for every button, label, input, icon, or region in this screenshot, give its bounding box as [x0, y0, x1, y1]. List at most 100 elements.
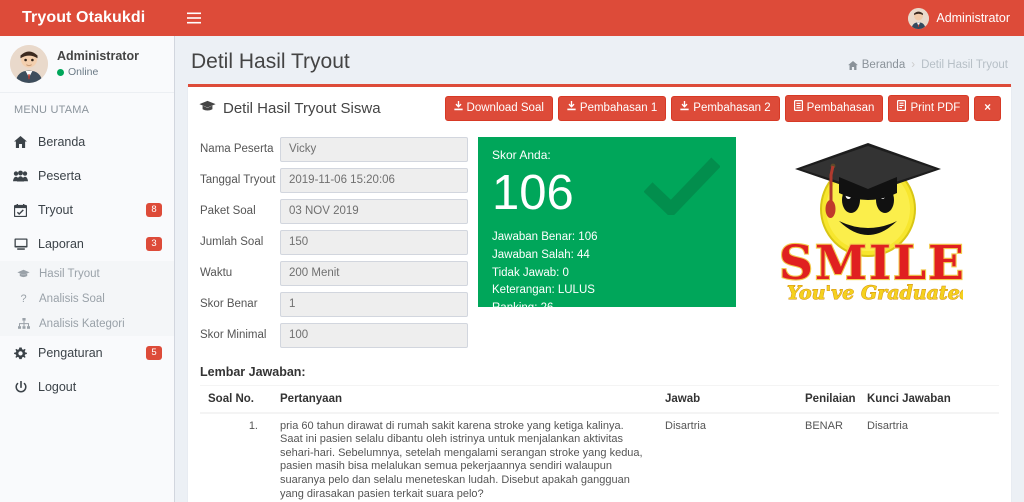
cell-penilaian: BENAR [797, 412, 859, 502]
pembahasan-button[interactable]: Pembahasan [784, 95, 884, 122]
sidebar-badge: 8 [146, 202, 162, 218]
cell-kunci-jawaban: Disartria [859, 412, 999, 502]
sidebar-item-hasil-tryout[interactable]: Hasil Tryout [0, 261, 174, 286]
field-value[interactable]: 200 Menit [280, 260, 468, 286]
cell-soal-no: 1. [200, 412, 272, 502]
button-label: Pembahasan 2 [693, 101, 771, 114]
sidebar-item-label: Beranda [38, 135, 86, 149]
score-stats: Jawaban Benar: 106 Jawaban Salah: 44 Tid… [492, 229, 722, 307]
hamburger-icon[interactable] [175, 0, 213, 36]
question-mark-icon: ? [20, 292, 27, 305]
file-pdf-icon [897, 100, 907, 116]
field-value[interactable]: Vicky [280, 136, 468, 162]
score-stat-ranking: Ranking: 26 [492, 300, 722, 307]
navbar-user-menu[interactable]: Administrator [908, 0, 1024, 36]
card-title-label: Detil Hasil Tryout Siswa [223, 99, 381, 117]
column-header-kunci-jawaban: Kunci Jawaban [859, 384, 999, 414]
sidebar-item-label: Laporan [38, 237, 84, 251]
button-label: Print PDF [910, 101, 961, 114]
answer-sheet-title: Lembar Jawaban: [200, 364, 306, 379]
table-header-row: Soal No. Pertanyaan Jawab Penilaian Kunc… [200, 384, 999, 414]
sidebar-user-status-label: Online [68, 66, 99, 79]
card-header: Detil Hasil Tryout Siswa Download Soal P… [188, 87, 1011, 129]
sidebar-item-label: Hasil Tryout [39, 267, 100, 280]
sidebar-item-tryout[interactable]: Tryout 8 [0, 193, 174, 227]
detail-card: Detil Hasil Tryout Siswa Download Soal P… [188, 84, 1011, 502]
sidebar-badge: 3 [146, 236, 162, 252]
breadcrumb-current: Detil Hasil Tryout [921, 59, 1008, 71]
sidebar-item-analisis-soal[interactable]: ? Analisis Soal [0, 286, 174, 311]
breadcrumb-home-label: Beranda [861, 59, 906, 71]
svg-text:You've Graduated: You've Graduated [787, 282, 963, 304]
close-button[interactable]: × [974, 95, 1001, 122]
page-title: Detil Hasil Tryout [191, 50, 350, 73]
sidebar-user-panel: Administrator Online [0, 36, 174, 93]
sidebar-item-analisis-kategori[interactable]: Analisis Kategori [0, 311, 174, 336]
home-icon [847, 60, 858, 70]
print-pdf-button[interactable]: Print PDF [888, 95, 970, 122]
desktop-icon [12, 238, 29, 250]
pembahasan-2-button[interactable]: Pembahasan 2 [671, 95, 780, 122]
field-value[interactable]: 2019-11-06 15:20:06 [280, 167, 468, 193]
sidebar-submenu-laporan: Hasil Tryout ? Analisis Soal Analisis Ka… [0, 261, 174, 336]
score-stat-tidak-jawab: Tidak Jawab: 0 [492, 266, 569, 279]
field-label: Nama Peserta [200, 143, 274, 156]
download-icon [567, 100, 576, 116]
sidebar-item-label: Analisis Soal [39, 292, 105, 305]
brand-logo[interactable]: Tryout Otakukdi [0, 0, 175, 36]
field-label: Jumlah Soal [200, 236, 264, 249]
field-value[interactable]: 100 [280, 322, 468, 348]
sidebar-item-pengaturan[interactable]: Pengaturan 5 [0, 336, 174, 370]
users-icon [12, 170, 29, 182]
score-stat-benar: Jawaban Benar: 106 [492, 230, 598, 243]
sidebar-item-label: Analisis Kategori [39, 317, 125, 330]
app-root: Tryout Otakukdi Administrator Administra… [0, 0, 1024, 502]
avatar [10, 45, 48, 83]
field-skor-minimal: Skor Minimal 100 [200, 322, 468, 348]
table-row: 1. pria 60 tahun dirawat di rumah sakit … [200, 412, 999, 502]
navbar-user-name: Administrator [936, 11, 1010, 25]
detail-area: Nama Peserta Vicky Tanggal Tryout 2019-1… [200, 133, 999, 354]
file-icon [793, 100, 803, 116]
field-skor-benar: Skor Benar 1 [200, 291, 468, 317]
breadcrumb-home[interactable]: Beranda [847, 59, 906, 71]
participant-details: Nama Peserta Vicky Tanggal Tryout 2019-1… [200, 133, 468, 354]
sidebar: Administrator Online MENU UTAMA Beranda [0, 36, 175, 502]
score-panel: Skor Anda: 106 Jawaban Benar: 106 Jawaba… [478, 136, 736, 307]
button-label: Download Soal [466, 101, 544, 114]
download-soal-button[interactable]: Download Soal [444, 95, 553, 122]
online-dot-icon [57, 68, 64, 76]
column-header-pertanyaan: Pertanyaan [272, 384, 657, 414]
field-nama-peserta: Nama Peserta Vicky [200, 136, 468, 162]
field-tanggal-tryout: Tanggal Tryout 2019-11-06 15:20:06 [200, 167, 468, 193]
score-panel-wrap: Skor Anda: 106 Jawaban Benar: 106 Jawaba… [468, 133, 736, 354]
card-toolbar: Download Soal Pembahasan 1 Pembahasan 2 [444, 95, 1001, 122]
cell-pertanyaan: pria 60 tahun dirawat di rumah sakit kar… [272, 412, 657, 502]
answer-sheet-table: Soal No. Pertanyaan Jawab Penilaian Kunc… [200, 384, 999, 502]
calendar-check-icon [12, 203, 29, 217]
sidebar-item-label: Logout [38, 380, 77, 394]
field-jumlah-soal: Jumlah Soal 150 [200, 229, 468, 255]
sidebar-item-beranda[interactable]: Beranda [0, 125, 174, 159]
sidebar-item-label: Tryout [38, 203, 73, 217]
field-value[interactable]: 150 [280, 229, 468, 255]
sidebar-item-peserta[interactable]: Peserta [0, 159, 174, 193]
field-waktu: Waktu 200 Menit [200, 260, 468, 286]
column-header-jawab: Jawab [657, 384, 797, 414]
field-value[interactable]: 03 NOV 2019 [280, 198, 468, 224]
sidebar-item-laporan[interactable]: Laporan 3 [0, 227, 174, 261]
pembahasan-1-button[interactable]: Pembahasan 1 [557, 95, 667, 122]
table-body: 1. pria 60 tahun dirawat di rumah sakit … [200, 412, 999, 502]
cell-jawab: Disartria [657, 412, 797, 502]
sidebar-user-info: Administrator Online [57, 48, 139, 79]
field-label: Waktu [200, 267, 233, 280]
field-value[interactable]: 1 [280, 291, 468, 317]
column-header-penilaian: Penilaian [797, 384, 859, 414]
sidebar-item-label: Peserta [38, 169, 82, 183]
content-header: Detil Hasil Tryout Beranda › Detil Hasil… [175, 36, 1024, 84]
sidebar-item-logout[interactable]: Logout [0, 370, 174, 404]
field-label: Skor Benar [200, 298, 258, 311]
sitemap-icon [16, 318, 31, 329]
home-icon [12, 136, 29, 148]
top-navbar: Tryout Otakukdi Administrator [0, 0, 1024, 36]
